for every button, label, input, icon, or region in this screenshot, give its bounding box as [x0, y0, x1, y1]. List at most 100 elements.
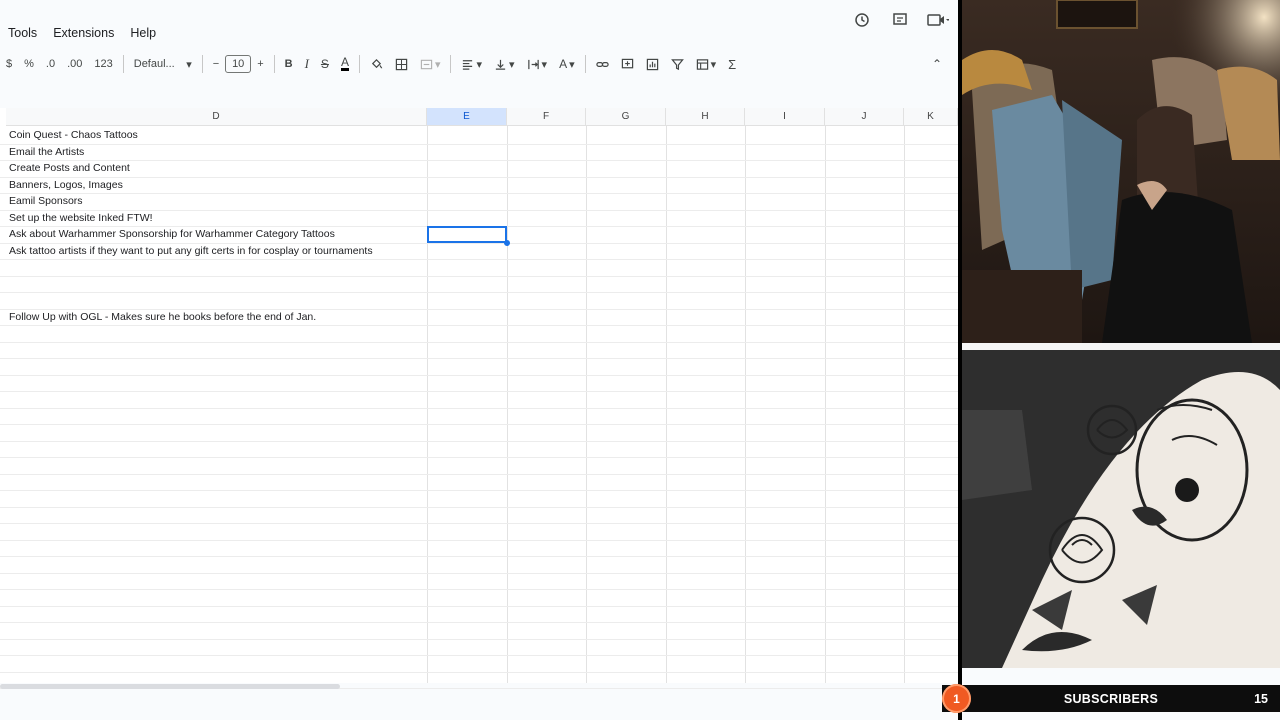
strikethrough-button[interactable]: S	[315, 52, 335, 76]
text-color-button[interactable]: A	[335, 52, 355, 76]
filter-icon	[670, 58, 684, 70]
font-family-value: Defaul...	[133, 58, 175, 70]
column-header-e[interactable]: E	[427, 108, 507, 126]
cell-d-row[interactable]: Ask about Warhammer Sponsorship for Warh…	[9, 228, 335, 240]
currency-format-button[interactable]: $	[0, 52, 18, 76]
chevron-down-icon: ▾	[476, 58, 483, 71]
merge-cells-icon	[420, 59, 433, 69]
cell-d-row[interactable]: Ask tattoo artists if they want to put a…	[9, 245, 373, 257]
spreadsheet-grid[interactable]: DEFGHIJK Coin Quest - Chaos Tattoos Email…	[0, 108, 958, 689]
column-header-g[interactable]: G	[586, 108, 666, 126]
insert-link-button[interactable]	[590, 52, 615, 76]
row-divider	[0, 490, 958, 491]
column-header-h[interactable]: H	[666, 108, 745, 126]
cell-d-row[interactable]: Create Posts and Content	[9, 162, 130, 174]
row-divider	[0, 506, 958, 508]
insert-comment-button[interactable]	[615, 52, 640, 76]
cell-d-row[interactable]: Email the Artists	[9, 146, 84, 158]
decrease-decimal-button[interactable]: .0	[40, 52, 61, 76]
borders-button[interactable]	[389, 52, 414, 76]
percent-format-button[interactable]: %	[18, 52, 40, 76]
row-divider	[0, 325, 958, 326]
chevron-down-icon: ▾	[569, 58, 575, 71]
increase-font-size-button[interactable]: +	[251, 52, 269, 76]
cell-d-row[interactable]: Eamil Sponsors	[9, 195, 83, 207]
italic-icon: I	[304, 56, 309, 71]
cell-d-row[interactable]: Set up the website Inked FTW!	[9, 212, 153, 224]
font-family-select[interactable]: Defaul... ▾	[128, 52, 198, 76]
increase-decimal-button[interactable]: .00	[61, 52, 88, 76]
strikethrough-icon: S	[320, 57, 329, 71]
cell-d-row[interactable]: Follow Up with OGL - Makes sure he books…	[9, 311, 316, 323]
row-divider	[0, 523, 958, 524]
header-actions	[850, 8, 950, 32]
subscriber-label: SUBSCRIBERS	[1063, 691, 1159, 706]
horizontal-align-button[interactable]: ▾	[455, 52, 488, 76]
row-divider	[0, 292, 958, 293]
functions-button[interactable]: Σ	[722, 52, 742, 76]
row-divider	[0, 391, 958, 392]
collapse-menus-button[interactable]: ⌃	[926, 52, 948, 76]
row-divider	[0, 341, 958, 343]
row-divider	[0, 193, 958, 194]
column-header-j[interactable]: J	[825, 108, 904, 126]
text-rotation-button[interactable]: A ▾	[553, 52, 581, 76]
row-divider	[0, 407, 958, 409]
column-header-i[interactable]: I	[745, 108, 825, 126]
subscriber-count: 15	[1254, 691, 1268, 706]
fill-color-button[interactable]	[364, 52, 389, 76]
chart-icon	[646, 58, 658, 70]
align-bottom-icon	[495, 59, 506, 70]
column-header-d[interactable]: D	[6, 108, 427, 126]
horizontal-scrollbar[interactable]	[0, 683, 958, 691]
row-divider	[0, 655, 958, 656]
paint-bucket-icon	[371, 58, 383, 68]
formatting-toolbar: $ % .0 .00 123 Defaul... ▾ − 10 + B I S …	[0, 52, 958, 76]
row-divider	[0, 160, 958, 161]
menu-tools[interactable]: Tools	[0, 26, 45, 40]
toolbar-divider	[584, 55, 586, 73]
font-size-input[interactable]: 10	[225, 55, 252, 73]
filter-button[interactable]	[665, 52, 690, 76]
row-divider	[0, 374, 958, 376]
row-divider	[0, 572, 958, 574]
subscriber-bar: 1 SUBSCRIBERS 15	[942, 684, 1280, 713]
toolbar-divider	[201, 55, 203, 73]
tattoo-image	[962, 350, 1280, 668]
text-rotation-icon: A	[559, 57, 568, 71]
insert-chart-button[interactable]	[640, 52, 665, 76]
row-divider	[0, 209, 958, 211]
webcam-image	[962, 0, 1280, 343]
meet-video-icon[interactable]	[926, 8, 950, 32]
vertical-align-button[interactable]: ▾	[488, 52, 521, 76]
add-comment-icon	[621, 58, 633, 68]
bold-button[interactable]: B	[279, 52, 299, 76]
cell-d-row[interactable]: Banners, Logos, Images	[9, 179, 123, 191]
spreadsheet-panel: Tools Extensions Help $ % .0 .00 123 Def…	[0, 0, 958, 720]
tattoo-illustration	[962, 350, 1280, 668]
cell-d-row[interactable]: Coin Quest - Chaos Tattoos	[9, 129, 138, 141]
decrease-font-size-button[interactable]: −	[207, 52, 225, 76]
toolbar-divider	[273, 55, 275, 73]
webcam-feed	[962, 0, 1280, 343]
row-divider	[0, 424, 958, 425]
merge-cells-button[interactable]: ▾	[414, 52, 447, 76]
row-divider	[0, 638, 958, 640]
menu-extensions[interactable]: Extensions	[45, 26, 122, 40]
menu-bar: Tools Extensions Help	[0, 18, 164, 48]
text-wrapping-button[interactable]: ▾	[521, 52, 554, 76]
italic-button[interactable]: I	[299, 52, 315, 76]
number-format-button[interactable]: 123	[88, 52, 118, 76]
scrollbar-thumb[interactable]	[0, 684, 340, 689]
filter-views-button[interactable]: ▾	[690, 52, 723, 76]
row-divider	[0, 473, 958, 475]
history-icon[interactable]	[850, 8, 874, 32]
menu-help[interactable]: Help	[122, 26, 164, 40]
comment-icon[interactable]	[888, 8, 912, 32]
row-divider	[0, 556, 958, 557]
column-header-k[interactable]: K	[904, 108, 958, 126]
link-icon	[595, 61, 609, 67]
column-header-f[interactable]: F	[507, 108, 586, 126]
fill-handle[interactable]	[504, 240, 510, 246]
selected-cell[interactable]	[427, 226, 507, 243]
